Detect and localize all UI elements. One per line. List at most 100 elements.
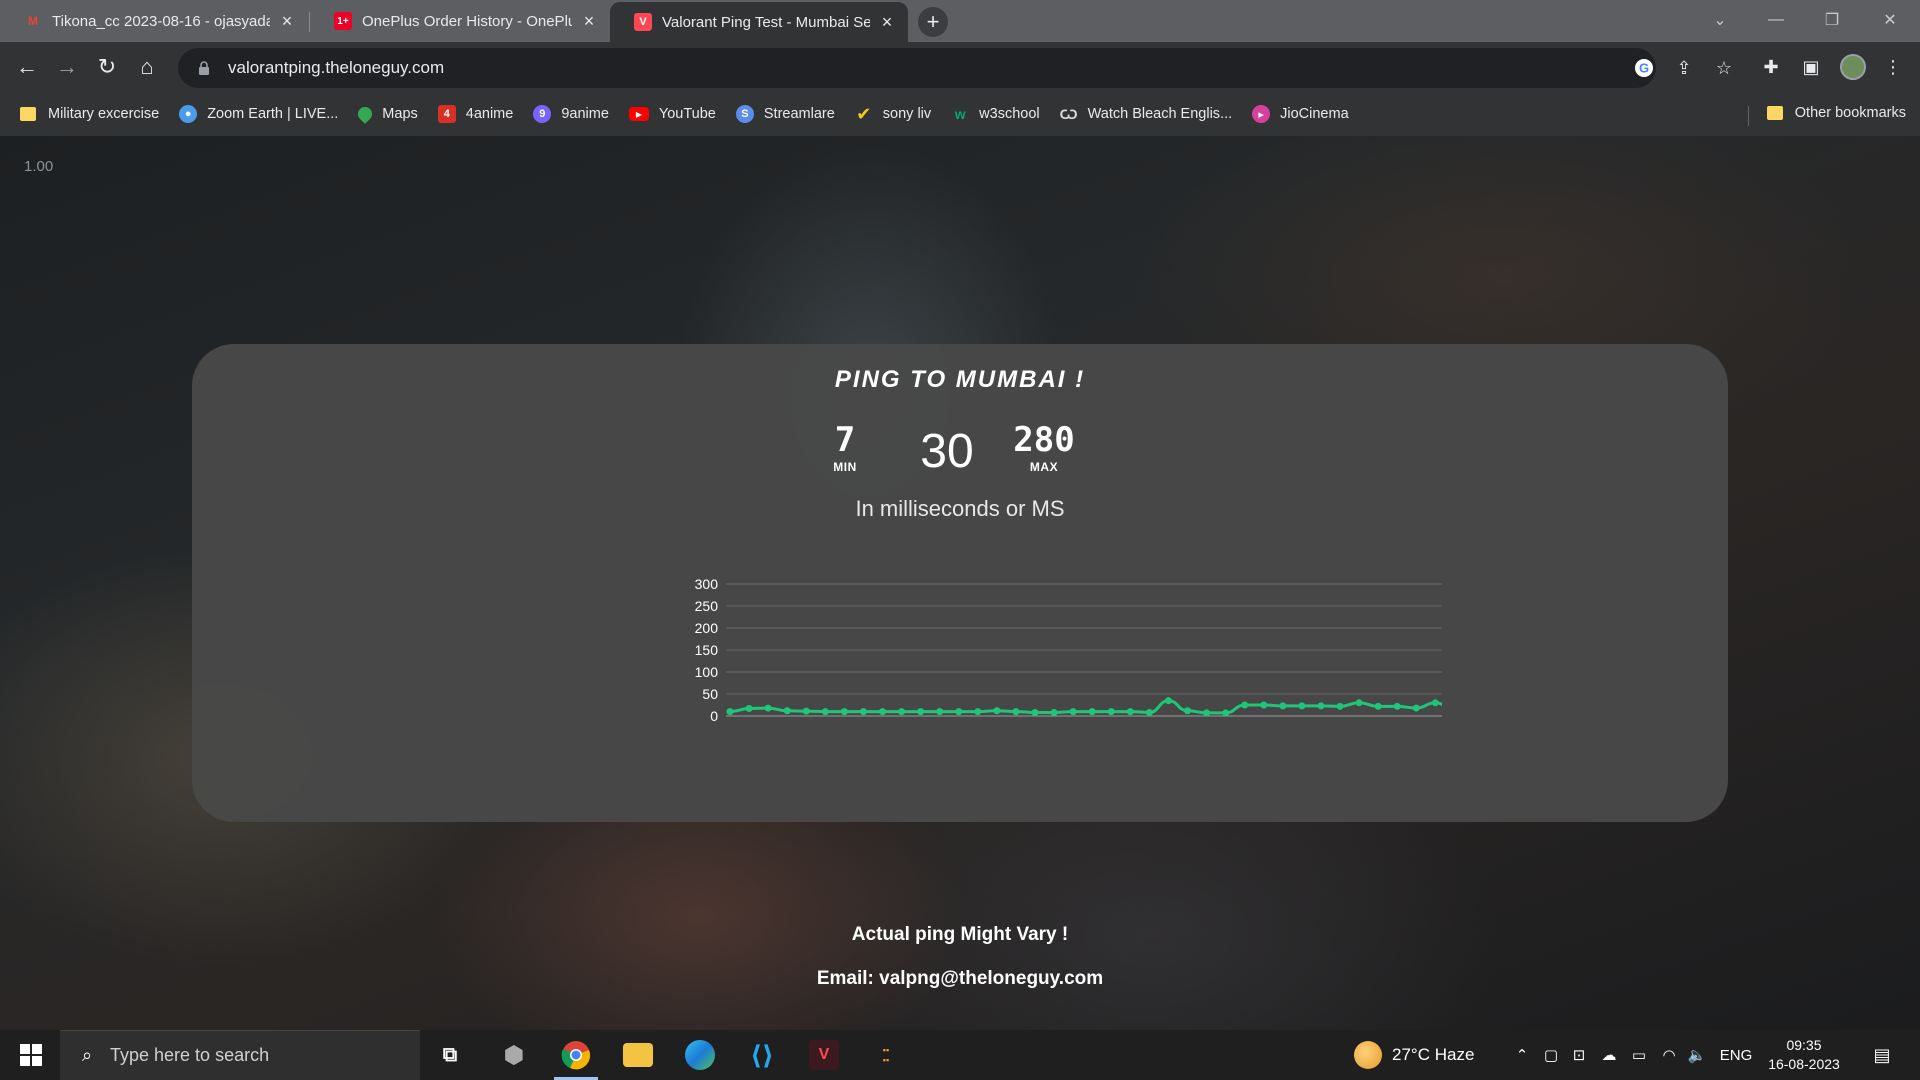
weather-widget[interactable]: 27°C Haze	[1354, 1030, 1474, 1080]
extensions-puzzle-icon[interactable]: ✚	[1754, 50, 1788, 84]
taskbar-search[interactable]: ⌕ Type here to search	[60, 1030, 420, 1080]
close-tab-icon[interactable]: ×	[876, 11, 898, 33]
wifi-icon[interactable]: ◠	[1656, 1030, 1682, 1080]
ping-data-point[interactable]	[802, 707, 810, 715]
lock-icon[interactable]	[194, 58, 214, 78]
tab-valorant-active[interactable]: V Valorant Ping Test - Mumbai Serv ×	[610, 2, 908, 42]
weather-haze-icon	[1354, 1041, 1382, 1069]
ping-data-point[interactable]	[917, 708, 925, 716]
ping-data-point[interactable]	[974, 708, 982, 716]
ping-data-point[interactable]	[1107, 708, 1115, 716]
ping-data-point[interactable]	[1374, 702, 1382, 710]
language-indicator[interactable]: ENG	[1714, 1030, 1758, 1080]
minimize-icon[interactable]: —	[1748, 0, 1804, 40]
bookmark-star-icon[interactable]: ☆	[1710, 54, 1738, 82]
side-panel-icon[interactable]: ▣	[1794, 50, 1828, 84]
ping-data-point[interactable]	[955, 708, 963, 716]
ping-data-point[interactable]	[1355, 699, 1363, 707]
tab-gmail[interactable]: M Tikona_cc 2023-08-16 - ojasyada ×	[0, 2, 308, 40]
ping-data-point[interactable]	[1317, 702, 1325, 710]
bookmark-sony-liv[interactable]: ✔ sony liv	[855, 103, 931, 124]
y-tick-label: 150	[695, 642, 719, 658]
close-tab-icon[interactable]: ×	[578, 10, 600, 32]
ping-data-point[interactable]	[1393, 702, 1401, 710]
ping-data-point[interactable]	[1336, 702, 1344, 710]
ping-data-point[interactable]	[1203, 709, 1211, 717]
sonyliv-icon: ✔	[856, 103, 872, 124]
ping-data-point[interactable]	[821, 708, 829, 716]
reload-icon[interactable]: ↻	[90, 50, 124, 84]
ping-data-point[interactable]	[1412, 704, 1420, 712]
bookmark-9anime[interactable]: 9 9anime	[533, 105, 609, 123]
ping-data-point[interactable]	[1126, 708, 1134, 716]
ping-data-point[interactable]	[1222, 709, 1230, 717]
ping-data-point[interactable]	[1031, 708, 1039, 716]
ping-data-point[interactable]	[1260, 701, 1268, 709]
bookmark-4anime[interactable]: 4 4anime	[437, 105, 513, 123]
ping-data-point[interactable]	[1050, 708, 1058, 716]
tab-search-icon[interactable]: ⌄	[1692, 0, 1748, 40]
ping-data-point[interactable]	[1012, 708, 1020, 716]
battery-icon[interactable]: ▭	[1626, 1030, 1652, 1080]
task-view-icon[interactable]: ⧉	[422, 1030, 478, 1080]
ping-data-point[interactable]	[1298, 702, 1306, 710]
bookmark-zoom-earth[interactable]: ● Zoom Earth | LIVE...	[179, 105, 338, 123]
bookmark-watch-bleach[interactable]: Ѡ Watch Bleach Englis...	[1060, 105, 1233, 123]
address-bar[interactable]: valorantping.theloneguy.com G ⇪ ☆	[178, 48, 1732, 88]
ping-data-point[interactable]	[936, 708, 944, 716]
windows-start-icon[interactable]	[8, 1030, 54, 1080]
ping-data-point[interactable]	[1279, 702, 1287, 710]
ping-data-point[interactable]	[993, 707, 1001, 715]
hexagon-app-icon[interactable]: ⬢	[486, 1030, 542, 1080]
valorant-taskbar-icon[interactable]: V	[796, 1030, 852, 1080]
menu-kebab-icon[interactable]: ⋮	[1876, 50, 1910, 84]
other-bookmarks[interactable]: Other bookmarks	[1766, 105, 1906, 121]
chrome-taskbar-icon[interactable]	[548, 1030, 604, 1080]
system-clock[interactable]: 09:35 16-08-2023	[1768, 1036, 1840, 1074]
ping-data-point[interactable]	[1069, 708, 1077, 716]
back-arrow-icon[interactable]: ←	[10, 50, 44, 84]
ping-data-point[interactable]	[1241, 701, 1249, 709]
new-tab-button[interactable]: +	[918, 7, 948, 37]
home-icon[interactable]: ⌂	[130, 50, 164, 84]
meet-now-icon[interactable]: ▢	[1538, 1030, 1564, 1080]
profile-avatar[interactable]	[1840, 54, 1866, 80]
ping-data-point[interactable]	[783, 707, 791, 715]
close-tab-icon[interactable]: ×	[276, 10, 298, 32]
ping-data-point[interactable]	[859, 708, 867, 716]
volume-icon[interactable]: 🔈	[1684, 1030, 1710, 1080]
ping-data-point[interactable]	[840, 708, 848, 716]
ping-data-point[interactable]	[1145, 708, 1153, 716]
forward-arrow-icon[interactable]: →	[50, 50, 84, 84]
tab-title: Tikona_cc 2023-08-16 - ojasyada	[52, 12, 270, 30]
close-window-icon[interactable]: ✕	[1862, 0, 1918, 40]
tray-expand-chevron-icon[interactable]: ⌃	[1508, 1030, 1536, 1080]
edge-icon[interactable]	[672, 1030, 728, 1080]
ping-data-point[interactable]	[1184, 707, 1192, 715]
bookmark-maps[interactable]: Maps	[355, 104, 418, 124]
tab-oneplus[interactable]: 1+ OnePlus Order History - OnePlus ×	[310, 2, 610, 40]
bookmark-youtube[interactable]: ▶ YouTube	[628, 106, 716, 122]
vscode-icon[interactable]: ⟨⟩	[734, 1030, 790, 1080]
onedrive-icon[interactable]: ☁	[1596, 1030, 1622, 1080]
bookmark-military-excercise[interactable]: Military excercise	[20, 106, 159, 122]
ping-data-point[interactable]	[726, 708, 734, 716]
ping-data-point[interactable]	[745, 705, 753, 713]
network-drive-icon[interactable]: ⊡	[1566, 1030, 1592, 1080]
notifications-icon[interactable]: ▤	[1862, 1030, 1902, 1080]
file-explorer-icon[interactable]	[610, 1030, 666, 1080]
ping-data-point[interactable]	[1431, 699, 1439, 707]
restore-icon[interactable]: ❐	[1804, 0, 1860, 40]
google-lens-icon[interactable]: G	[1630, 54, 1658, 82]
y-tick-label: 300	[695, 576, 719, 592]
share-icon[interactable]: ⇪	[1670, 54, 1698, 82]
ping-data-point[interactable]	[898, 708, 906, 716]
game-app-icon[interactable]: ▪▪ ▪▪	[858, 1030, 914, 1080]
ping-data-point[interactable]	[1088, 708, 1096, 716]
bookmark-jiocinema[interactable]: ▸ JioCinema	[1252, 105, 1349, 123]
ping-data-point[interactable]	[879, 708, 887, 716]
bookmark-w3school[interactable]: w w3school	[951, 105, 1040, 123]
ping-data-point[interactable]	[1164, 697, 1172, 705]
bookmark-streamlare[interactable]: S Streamlare	[735, 105, 835, 123]
ping-data-point[interactable]	[764, 704, 772, 712]
